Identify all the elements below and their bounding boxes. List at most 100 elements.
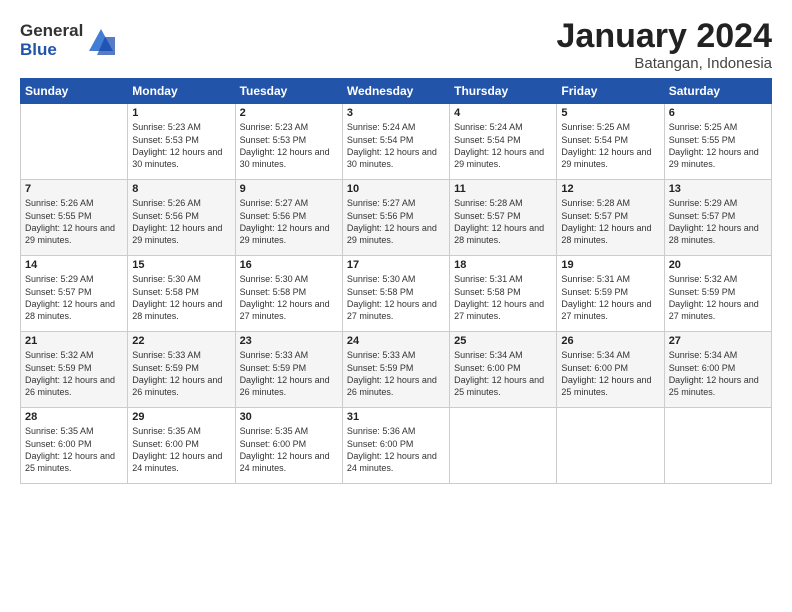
sunrise-label: Sunrise: 5:26 AM: [132, 198, 201, 208]
sunrise-label: Sunrise: 5:25 AM: [669, 122, 738, 132]
day-number: 18: [454, 259, 552, 271]
sunset-label: Sunset: 5:55 PM: [25, 211, 92, 221]
calendar-cell: 14Sunrise: 5:29 AMSunset: 5:57 PMDayligh…: [21, 256, 128, 332]
calendar-cell: 17Sunrise: 5:30 AMSunset: 5:58 PMDayligh…: [342, 256, 449, 332]
cell-info: Sunrise: 5:31 AMSunset: 5:59 PMDaylight:…: [561, 273, 659, 322]
logo-blue: Blue: [20, 41, 83, 60]
day-number: 21: [25, 335, 123, 347]
day-number: 29: [132, 411, 230, 423]
daylight-label: Daylight: 12 hours and 28 minutes.: [561, 223, 651, 245]
cell-info: Sunrise: 5:35 AM Sunset: 6:00 PM Daylight:…: [132, 425, 230, 474]
sunset-label: Sunset: 5:59 PM: [240, 363, 307, 373]
daylight-label: Daylight: 12 hours and 26 minutes.: [132, 375, 222, 397]
calendar-cell: 9Sunrise: 5:27 AMSunset: 5:56 PMDaylight…: [235, 180, 342, 256]
day-number: 4: [454, 107, 552, 119]
calendar-cell: [450, 408, 557, 484]
daylight-label: Daylight: 12 hours and 29 minutes.: [669, 147, 759, 169]
day-number: 9: [240, 183, 338, 195]
sunset-label: Sunset: 5:53 PM: [132, 135, 199, 145]
sunset-label: Sunset: 5:53 PM: [240, 135, 307, 145]
calendar-cell: [21, 104, 128, 180]
cell-info: Sunrise: 5:34 AMSunset: 6:00 PMDaylight:…: [454, 349, 552, 398]
sunrise-label: Sunrise: 5:24 AM: [347, 122, 416, 132]
sunrise-label: Sunrise: 5:30 AM: [240, 274, 309, 284]
sunset-label: Sunset: 5:56 PM: [347, 211, 414, 221]
calendar-cell: 19Sunrise: 5:31 AMSunset: 5:59 PMDayligh…: [557, 256, 664, 332]
calendar-cell: 22 Sunrise: 5:33 AMSunset: 5:59 PMDayligh…: [128, 332, 235, 408]
cell-info: Sunrise: 5:33 AMSunset: 5:59 PMDaylight:…: [347, 349, 445, 398]
daylight-label: Daylight: 12 hours and 29 minutes.: [132, 223, 222, 245]
daylight-label: Daylight: 12 hours and 30 minutes.: [347, 147, 437, 169]
day-number: 10: [347, 183, 445, 195]
day-number: 6: [669, 107, 767, 119]
sunset-label: Sunset: 5:58 PM: [240, 287, 307, 297]
sunrise-label: Sunrise: 5:34 AM: [454, 350, 523, 360]
cell-info: Sunrise: 5:35 AMSunset: 6:00 PMDaylight:…: [240, 425, 338, 474]
day-number: 22: [132, 335, 230, 347]
sunset-label: Sunset: 6:00 PM: [669, 363, 736, 373]
cell-info: Sunrise: 5:32 AMSunset: 5:59 PMDaylight:…: [25, 349, 123, 398]
day-number: 25: [454, 335, 552, 347]
cell-info: Sunrise: 5:30 AMSunset: 5:58 PMDaylight:…: [240, 273, 338, 322]
cell-info: Sunrise: 5:34 AMSunset: 6:00 PMDaylight:…: [669, 349, 767, 398]
cell-info: Sunrise: 5:26 AM Sunset: 5:55 PM Daylight:…: [25, 197, 123, 246]
sunset-label: Sunset: 5:57 PM: [561, 211, 628, 221]
calendar-cell: 31Sunrise: 5:36 AMSunset: 6:00 PMDayligh…: [342, 408, 449, 484]
day-header-thursday: Thursday: [450, 79, 557, 104]
daylight-label: Daylight: 12 hours and 29 minutes.: [25, 223, 115, 245]
sunrise-label: Sunrise: 5:26 AM: [25, 198, 94, 208]
calendar-cell: 29 Sunrise: 5:35 AM Sunset: 6:00 PM Dayligh…: [128, 408, 235, 484]
calendar-cell: [664, 408, 771, 484]
sunset-label: Sunset: 6:00 PM: [132, 439, 199, 449]
cell-info: Sunrise: 5:33 AM Sunset: 5:59 PM Daylight:…: [240, 349, 338, 398]
sunset-label: Sunset: 6:00 PM: [240, 439, 307, 449]
daylight-label: Daylight: 12 hours and 24 minutes.: [240, 451, 330, 473]
daylight-label: Daylight: 12 hours and 25 minutes.: [561, 375, 651, 397]
header-row: SundayMondayTuesdayWednesdayThursdayFrid…: [21, 79, 772, 104]
sunrise-label: Sunrise: 5:24 AM: [454, 122, 523, 132]
sunrise-label: Sunrise: 5:28 AM: [561, 198, 630, 208]
calendar-cell: 16Sunrise: 5:30 AMSunset: 5:58 PMDayligh…: [235, 256, 342, 332]
day-header-tuesday: Tuesday: [235, 79, 342, 104]
daylight-label: Daylight: 12 hours and 25 minutes.: [669, 375, 759, 397]
sunrise-label: Sunrise: 5:31 AM: [561, 274, 630, 284]
sunrise-label: Sunrise: 5:33 AM: [347, 350, 416, 360]
cell-info: Sunrise: 5:34 AMSunset: 6:00 PMDaylight:…: [561, 349, 659, 398]
sunset-label: Sunset: 6:00 PM: [347, 439, 414, 449]
day-header-monday: Monday: [128, 79, 235, 104]
week-row-4: 21 Sunrise: 5:32 AMSunset: 5:59 PMDayligh…: [21, 332, 772, 408]
daylight-label: Daylight: 12 hours and 26 minutes.: [347, 375, 437, 397]
daylight-label: Daylight: 12 hours and 26 minutes.: [240, 375, 330, 397]
sunset-label: Sunset: 6:00 PM: [454, 363, 521, 373]
sunrise-label: Sunrise: 5:33 AM: [240, 350, 309, 360]
cell-info: Sunrise: 5:31 AMSunset: 5:58 PMDaylight:…: [454, 273, 552, 322]
logo-icon: [87, 27, 115, 55]
cell-info: Sunrise: 5:33 AMSunset: 5:59 PMDaylight:…: [132, 349, 230, 398]
sunrise-label: Sunrise: 5:35 AM: [132, 426, 201, 436]
calendar-cell: 12Sunrise: 5:28 AMSunset: 5:57 PMDayligh…: [557, 180, 664, 256]
day-header-saturday: Saturday: [664, 79, 771, 104]
day-number: 24: [347, 335, 445, 347]
sunrise-label: Sunrise: 5:36 AM: [347, 426, 416, 436]
daylight-label: Daylight: 12 hours and 24 minutes.: [132, 451, 222, 473]
sunrise-label: Sunrise: 5:23 AM: [132, 122, 201, 132]
sunrise-label: Sunrise: 5:29 AM: [25, 274, 94, 284]
daylight-label: Daylight: 12 hours and 27 minutes.: [669, 299, 759, 321]
day-number: 3: [347, 107, 445, 119]
day-number: 11: [454, 183, 552, 195]
day-number: 5: [561, 107, 659, 119]
calendar-table: SundayMondayTuesdayWednesdayThursdayFrid…: [20, 78, 772, 484]
sunrise-label: Sunrise: 5:27 AM: [347, 198, 416, 208]
sunset-label: Sunset: 5:59 PM: [669, 287, 736, 297]
sunset-label: Sunset: 5:56 PM: [240, 211, 307, 221]
calendar-cell: 4Sunrise: 5:24 AMSunset: 5:54 PMDaylight…: [450, 104, 557, 180]
sunset-label: Sunset: 5:55 PM: [669, 135, 736, 145]
cell-info: Sunrise: 5:32 AMSunset: 5:59 PMDaylight:…: [669, 273, 767, 322]
sunrise-label: Sunrise: 5:30 AM: [132, 274, 201, 284]
calendar-cell: 27Sunrise: 5:34 AMSunset: 6:00 PMDayligh…: [664, 332, 771, 408]
cell-info: Sunrise: 5:29 AMSunset: 5:57 PMDaylight:…: [25, 273, 123, 322]
page: General Blue January 2024 Batangan, Indo…: [0, 0, 792, 612]
day-header-sunday: Sunday: [21, 79, 128, 104]
calendar-cell: 5Sunrise: 5:25 AMSunset: 5:54 PMDaylight…: [557, 104, 664, 180]
calendar-cell: 20Sunrise: 5:32 AMSunset: 5:59 PMDayligh…: [664, 256, 771, 332]
